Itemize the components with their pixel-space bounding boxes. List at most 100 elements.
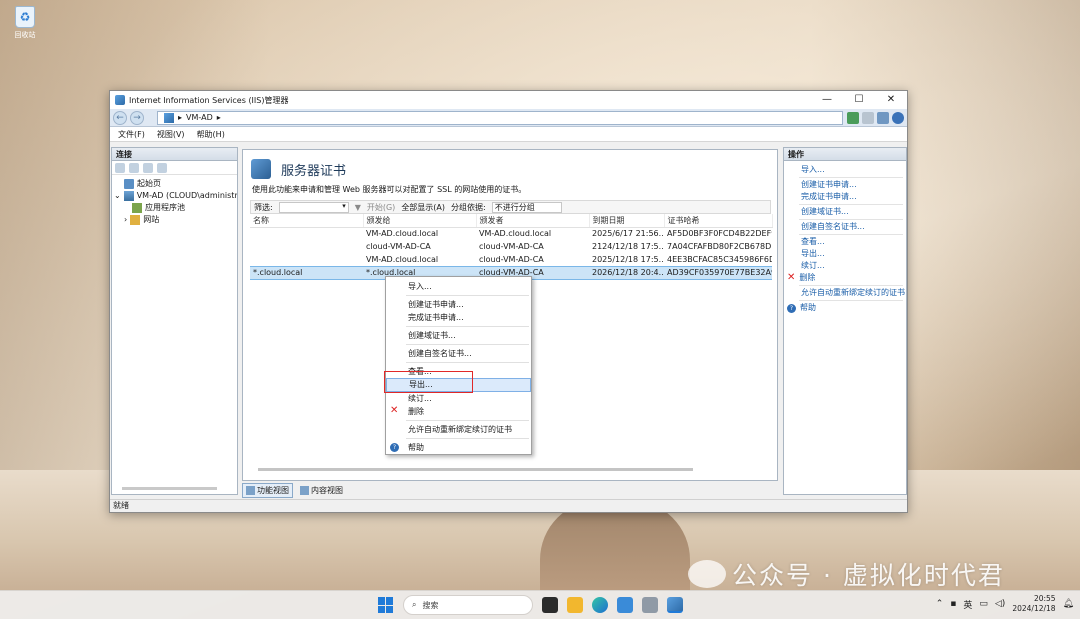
menu-bar: 文件(F) 视图(V) 帮助(H) xyxy=(110,127,907,142)
terminal-icon[interactable] xyxy=(542,597,558,613)
table-row[interactable]: cloud-VM-AD-CA cloud-VM-AD-CA 2124/12/18… xyxy=(250,240,772,253)
action-import[interactable]: 导入... xyxy=(784,164,906,176)
start-button[interactable]: 开始(G) xyxy=(367,202,395,213)
back-button[interactable]: ← xyxy=(113,110,127,125)
tree-item-app-pools[interactable]: 应用程序池 xyxy=(114,202,235,214)
network-tool-icon[interactable] xyxy=(642,597,658,613)
context-menu-create-self-signed[interactable]: 创建自签名证书... xyxy=(386,347,531,360)
notification-bell-icon[interactable]: 🔔︎ xyxy=(1063,599,1074,609)
show-all-button[interactable]: 全部显示(A) xyxy=(401,202,445,213)
clock[interactable]: 20:55 2024/12/18 xyxy=(1012,594,1055,614)
context-menu-help[interactable]: ? 帮助 xyxy=(386,441,531,454)
action-help[interactable]: ? 帮助 xyxy=(784,302,906,314)
table-row[interactable]: VM-AD.cloud.local cloud-VM-AD-CA 2025/12… xyxy=(250,253,772,266)
column-header-issued-to[interactable]: 颁发给 xyxy=(363,214,477,228)
context-menu-create-domain-cert[interactable]: 创建域证书... xyxy=(386,329,531,342)
context-menu-complete-request[interactable]: 完成证书申请... xyxy=(386,311,531,324)
tree-item-sites[interactable]: › 网站 xyxy=(114,214,235,226)
edge-icon[interactable] xyxy=(592,597,608,613)
action-create-self-signed[interactable]: 创建自签名证书... xyxy=(784,221,906,233)
context-menu-renew[interactable]: 续订... xyxy=(386,392,531,405)
recycle-bin-shortcut[interactable]: ♻ 回收站 xyxy=(8,6,42,40)
watermark-text: 公众号 · 虚拟化时代君 xyxy=(732,561,1005,590)
chevron-down-icon[interactable]: ⌄ xyxy=(114,190,121,202)
group-by-label: 分组依据: xyxy=(451,202,486,212)
tab-content-view[interactable]: 内容视图 xyxy=(297,483,346,498)
filter-label: 筛选: xyxy=(254,202,273,212)
table-scrollbar[interactable] xyxy=(258,468,693,471)
context-menu-delete[interactable]: ✕ 删除 xyxy=(386,405,531,418)
horizontal-scrollbar[interactable] xyxy=(122,487,217,490)
home-icon xyxy=(124,179,134,189)
column-header-expiry[interactable]: 到期日期 xyxy=(589,214,665,228)
home-icon[interactable] xyxy=(877,111,889,124)
certificates-table: 名称 颁发给 颁发者 到期日期 证书哈希 VM-AD.cloud.local V… xyxy=(250,214,773,280)
forward-button[interactable]: → xyxy=(130,110,144,125)
help-icon[interactable] xyxy=(892,111,904,124)
volume-icon[interactable]: ◁) xyxy=(995,599,1005,609)
maximize-button[interactable]: ☐ xyxy=(843,91,875,109)
address-path[interactable]: ▸ VM-AD ▸ xyxy=(157,110,843,125)
menu-view[interactable]: 视图(V) xyxy=(157,129,185,140)
connect-server-icon[interactable] xyxy=(157,162,167,173)
menu-help[interactable]: 帮助(H) xyxy=(197,129,225,140)
group-by-select[interactable]: 不进行分组 xyxy=(491,201,562,213)
search-placeholder: 搜索 xyxy=(422,600,439,610)
help-icon: ? xyxy=(787,303,796,313)
connections-pane: 连接 起始页 ⌄ VM-AD (CLOUD\administrator) 应用程… xyxy=(111,147,238,495)
funnel-icon: ▼ xyxy=(354,202,361,212)
actions-pane: 操作 导入... 创建证书申请... 完成证书申请... 创建域证书... 创建… xyxy=(783,147,907,495)
taskbar: ⌕ 搜索 ⌃ ▪ 英 ▭ ◁) 20:55 2024/12/18 🔔︎ xyxy=(0,590,1080,619)
chevron-up-icon[interactable]: ⌃ xyxy=(936,599,944,609)
app-tray-icon[interactable]: ▪ xyxy=(950,599,956,609)
context-menu-auto-rebind[interactable]: 允许自动重新绑定续订的证书 xyxy=(386,423,531,436)
status-text: 就绪 xyxy=(113,501,129,510)
action-auto-rebind[interactable]: 允许自动重新绑定续订的证书 xyxy=(784,287,906,299)
action-create-domain-cert[interactable]: 创建域证书... xyxy=(784,206,906,218)
filter-input[interactable] xyxy=(278,201,349,213)
connect-icon[interactable] xyxy=(115,162,125,173)
sites-icon xyxy=(130,215,141,225)
up-icon[interactable] xyxy=(143,162,153,173)
file-explorer-icon[interactable] xyxy=(567,597,583,613)
action-export[interactable]: 导出... xyxy=(784,248,906,260)
connections-toolbar xyxy=(112,161,237,175)
minimize-button[interactable]: — xyxy=(811,91,843,109)
system-tray: ⌃ ▪ 英 ▭ ◁) 20:55 2024/12/18 🔔︎ xyxy=(936,594,1074,614)
address-bar: ← → ▸ VM-AD ▸ xyxy=(110,109,907,127)
title-bar[interactable]: Internet Information Services (IIS)管理器 —… xyxy=(110,91,907,109)
table-row[interactable]: VM-AD.cloud.local VM-AD.cloud.local 2025… xyxy=(250,227,772,240)
stop-icon[interactable] xyxy=(862,111,874,124)
column-header-hash[interactable]: 证书哈希 xyxy=(664,214,773,228)
iis-app-icon xyxy=(115,95,125,105)
refresh-icon[interactable] xyxy=(847,111,859,124)
action-renew[interactable]: 续订... xyxy=(784,260,906,272)
ime-indicator[interactable]: 英 xyxy=(963,598,972,611)
breadcrumb-server[interactable]: VM-AD xyxy=(186,113,213,122)
context-menu-create-request[interactable]: 创建证书申请... xyxy=(386,298,531,311)
features-view-icon xyxy=(246,486,255,495)
network-icon[interactable]: ▭ xyxy=(979,599,988,609)
context-menu-import[interactable]: 导入... xyxy=(386,280,531,293)
close-button[interactable]: ✕ xyxy=(875,91,907,109)
tab-features-view[interactable]: 功能视图 xyxy=(242,483,293,498)
clock-time: 20:55 xyxy=(1033,594,1056,603)
column-header-name[interactable]: 名称 xyxy=(250,214,364,228)
iis-taskbar-icon[interactable] xyxy=(667,597,683,613)
recycle-bin-icon: ♻ xyxy=(15,6,35,28)
certificate-icon xyxy=(251,159,271,179)
save-icon[interactable] xyxy=(129,162,139,173)
tree-item-server[interactable]: ⌄ VM-AD (CLOUD\administrator) xyxy=(114,190,237,202)
action-delete[interactable]: ✕ 删除 xyxy=(784,272,906,284)
chevron-right-icon[interactable]: › xyxy=(124,214,127,226)
feature-description: 使用此功能来申请和管理 Web 服务器可以对配置了 SSL 的网站使用的证书。 xyxy=(252,185,527,194)
action-create-request[interactable]: 创建证书申请... xyxy=(784,179,906,191)
taskbar-search[interactable]: ⌕ 搜索 xyxy=(403,595,533,615)
action-view[interactable]: 查看... xyxy=(784,236,906,248)
menu-file[interactable]: 文件(F) xyxy=(118,129,145,140)
action-complete-request[interactable]: 完成证书申请... xyxy=(784,191,906,203)
server-manager-icon[interactable] xyxy=(617,597,633,613)
start-button[interactable] xyxy=(378,597,394,613)
column-header-issuer[interactable]: 颁发者 xyxy=(476,214,590,228)
tree-item-start-page[interactable]: 起始页 xyxy=(114,178,235,190)
